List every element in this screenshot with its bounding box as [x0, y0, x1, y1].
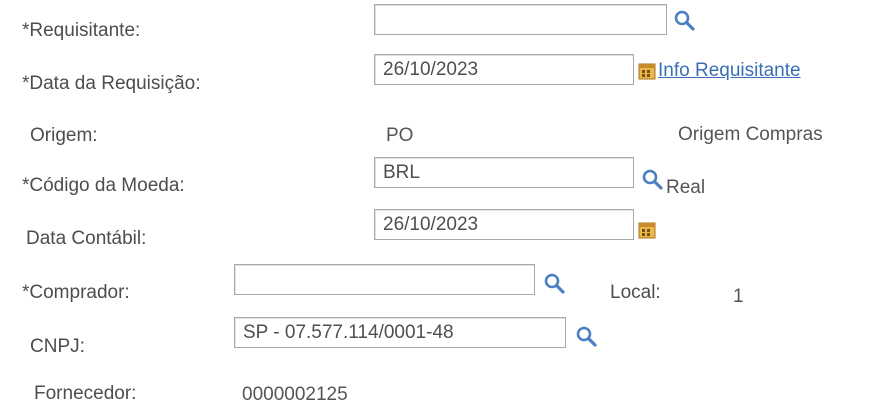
codigo-moeda-label: *Código da Moeda: — [22, 175, 185, 196]
comprador-label: *Comprador: — [22, 282, 130, 303]
requisitante-lookup-icon[interactable] — [672, 8, 696, 32]
requisitante-label: *Requisitante: — [22, 20, 141, 41]
local-label: Local: — [610, 282, 661, 303]
calendar-icon[interactable] — [638, 62, 656, 80]
data-contabil-input[interactable] — [374, 209, 634, 240]
cnpj-input[interactable] — [234, 317, 566, 348]
origem-label: Origem: — [30, 125, 98, 146]
origem-description: Origem Compras — [678, 124, 823, 145]
data-requisicao-input[interactable] — [374, 54, 634, 85]
comprador-lookup-icon[interactable] — [542, 271, 566, 295]
moeda-description: Real — [666, 177, 706, 198]
fornecedor-value: 0000002125 — [242, 384, 348, 405]
info-requisitante-link[interactable]: Info Requisitante — [658, 60, 801, 82]
comprador-input[interactable] — [234, 264, 535, 295]
fornecedor-label: Fornecedor: — [34, 383, 137, 404]
data-requisicao-label: *Data da Requisição: — [22, 73, 201, 94]
local-value: 1 — [733, 286, 744, 307]
codigo-moeda-input[interactable] — [374, 157, 634, 188]
cnpj-label: CNPJ: — [30, 336, 85, 357]
origem-value: PO — [386, 125, 414, 146]
calendar-icon[interactable] — [638, 221, 656, 239]
data-contabil-label: Data Contábil: — [26, 228, 147, 249]
cnpj-lookup-icon[interactable] — [574, 324, 598, 348]
moeda-lookup-icon[interactable] — [640, 167, 664, 191]
requisitante-input[interactable] — [374, 4, 667, 35]
